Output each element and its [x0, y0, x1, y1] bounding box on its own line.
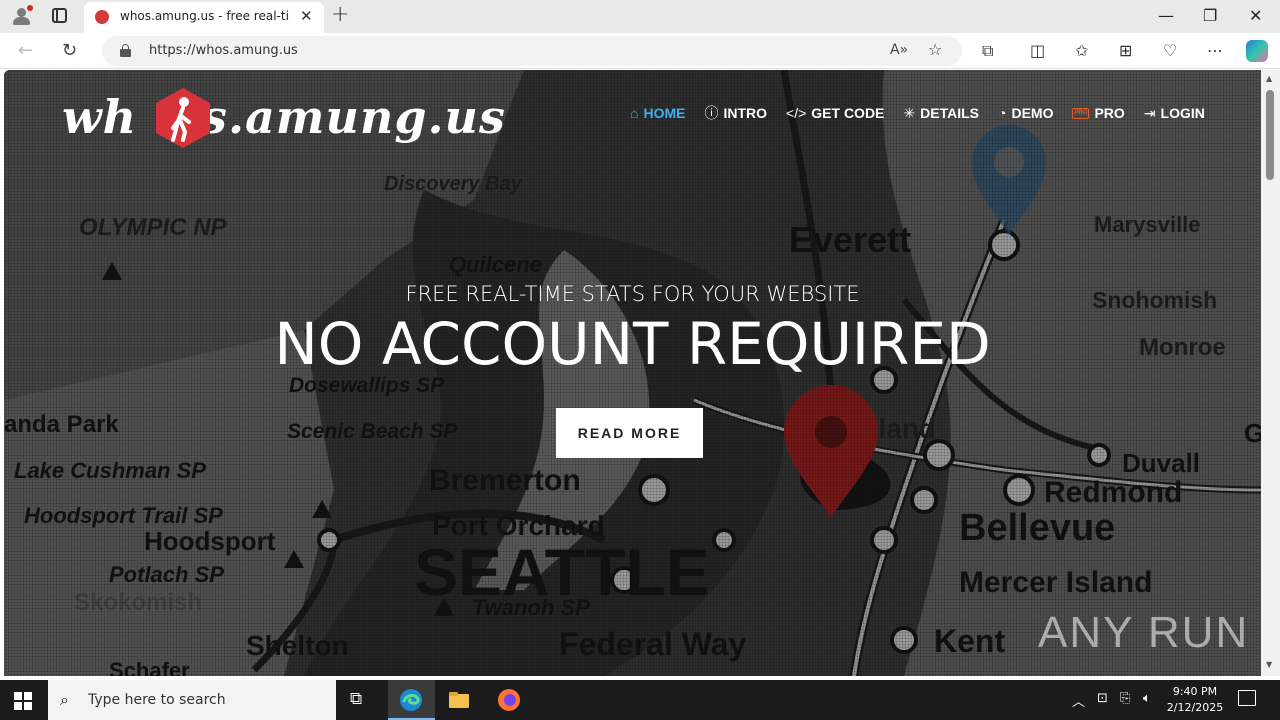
- extensions-icon[interactable]: ⧉: [982, 41, 993, 61]
- windows-start-icon[interactable]: [14, 692, 32, 710]
- scroll-up-arrow-icon[interactable]: ▲: [1266, 74, 1272, 83]
- profile-avatar-icon[interactable]: [10, 5, 34, 27]
- dashboard-icon: ◔: [998, 105, 1007, 121]
- scroll-thumb[interactable]: [1266, 90, 1274, 180]
- nav-details[interactable]: ✳ DETAILS: [903, 103, 979, 123]
- taskbar-search-box[interactable]: ⌕ Type here to search: [48, 680, 336, 720]
- anyrun-watermark: ANY RUN: [1038, 608, 1250, 657]
- minimize-button[interactable]: —: [1158, 6, 1174, 25]
- edge-icon: [400, 689, 422, 711]
- nav-pro-label: PRO: [1094, 105, 1125, 121]
- firefox-icon[interactable]: [497, 688, 521, 712]
- back-arrow-icon[interactable]: ←: [18, 40, 33, 61]
- tab-actions-icon[interactable]: [52, 8, 67, 23]
- nav-get-code[interactable]: </> GET CODE: [786, 103, 884, 123]
- nav-get-code-label: GET CODE: [811, 105, 885, 121]
- code-icon: </>: [786, 105, 807, 121]
- hero-subtitle: FREE REAL-TIME STATS FOR YOUR WEBSITE: [405, 282, 860, 306]
- read-aloud-icon[interactable]: A»: [890, 42, 908, 58]
- clock-date: 2/12/2025: [1166, 701, 1224, 714]
- edge-taskbar-button[interactable]: [388, 680, 435, 720]
- clock-time: 9:40 PM: [1172, 685, 1218, 698]
- logo-text: wh s.amung.us: [62, 90, 506, 144]
- search-icon: ⌕: [60, 690, 69, 709]
- nav-intro[interactable]: ⓘ INTRO: [704, 103, 767, 123]
- collections-icon[interactable]: ⊞: [1119, 41, 1132, 60]
- home-icon: ⌂: [630, 105, 639, 121]
- main-nav: ⌂ HOME ⓘ INTRO </> GET CODE ✳ DETAILS ◔ …: [630, 103, 1224, 123]
- taskbar-search-placeholder[interactable]: Type here to search: [88, 692, 226, 708]
- tab-title: whos.amung.us - free real-time s: [120, 9, 290, 23]
- volume-icon[interactable]: 🔈︎: [1143, 691, 1151, 706]
- close-window-button[interactable]: ✕: [1249, 6, 1262, 25]
- network-icon[interactable]: ⎘: [1120, 691, 1130, 706]
- login-icon: ⇥: [1143, 104, 1156, 121]
- windows-taskbar: ⌕ Type here to search ⧉ ︿ ⊡ ⎘ 🔈︎ 9:40 PM…: [0, 680, 1280, 720]
- browser-tab-strip: whos.amung.us - free real-time s ✕ + — ❐…: [0, 0, 1280, 33]
- sparkle-icon: ✳: [903, 104, 916, 121]
- nav-pro[interactable]: PRO PRO: [1072, 103, 1125, 123]
- read-more-button[interactable]: READ MORE: [556, 408, 703, 458]
- walking-person-logo-icon: [156, 88, 210, 148]
- favorite-star-icon[interactable]: ☆: [928, 40, 942, 59]
- url-text[interactable]: https://whos.amung.us: [149, 43, 298, 58]
- restore-button[interactable]: ❐: [1203, 6, 1217, 25]
- close-tab-icon[interactable]: ✕: [300, 7, 313, 25]
- new-tab-button[interactable]: +: [331, 2, 349, 27]
- info-icon: ⓘ: [704, 105, 719, 121]
- notifications-icon[interactable]: [1238, 690, 1256, 706]
- tray-overflow-chevron-icon[interactable]: ︿: [1072, 691, 1085, 710]
- address-toolbar: ← ↻ https://whos.amung.us A» ☆ ⧉ ◫ ✩ ⊞ ♡…: [0, 33, 1280, 69]
- file-explorer-icon[interactable]: [447, 688, 471, 712]
- nav-details-label: DETAILS: [920, 105, 979, 121]
- nav-demo-label: DEMO: [1011, 105, 1054, 121]
- browser-essentials-icon[interactable]: ♡: [1163, 41, 1177, 60]
- task-view-icon[interactable]: ⧉: [350, 689, 362, 709]
- hero-title: NO ACCOUNT REQUIRED: [274, 310, 991, 378]
- more-menu-icon[interactable]: ⋯: [1207, 41, 1223, 60]
- refresh-icon[interactable]: ↻: [62, 40, 77, 61]
- split-screen-icon[interactable]: ◫: [1030, 41, 1045, 60]
- device-icon[interactable]: ⊡: [1097, 691, 1108, 706]
- address-bar[interactable]: https://whos.amung.us A» ☆: [102, 36, 962, 66]
- browser-tab[interactable]: whos.amung.us - free real-time s ✕: [84, 2, 324, 33]
- web-page: OLYMPIC NP Quilcene Discovery Bay Everet…: [4, 70, 1261, 676]
- nav-demo[interactable]: ◔ DEMO: [998, 103, 1053, 123]
- pro-badge-icon: PRO: [1072, 107, 1090, 119]
- nav-login[interactable]: ⇥ LOGIN: [1144, 103, 1205, 123]
- copilot-icon[interactable]: [1246, 40, 1268, 62]
- lock-icon[interactable]: [120, 44, 131, 57]
- site-favicon-icon: [95, 10, 109, 24]
- favorites-icon[interactable]: ✩: [1075, 41, 1088, 60]
- taskbar-clock[interactable]: 9:40 PM 2/12/2025: [1160, 684, 1230, 716]
- nav-home[interactable]: ⌂ HOME: [630, 103, 685, 123]
- nav-login-label: LOGIN: [1160, 105, 1205, 121]
- page-scrollbar[interactable]: ▲ ▼: [1261, 70, 1280, 676]
- nav-home-label: HOME: [643, 105, 686, 121]
- scroll-down-arrow-icon[interactable]: ▼: [1266, 660, 1272, 669]
- nav-intro-label: INTRO: [723, 105, 768, 121]
